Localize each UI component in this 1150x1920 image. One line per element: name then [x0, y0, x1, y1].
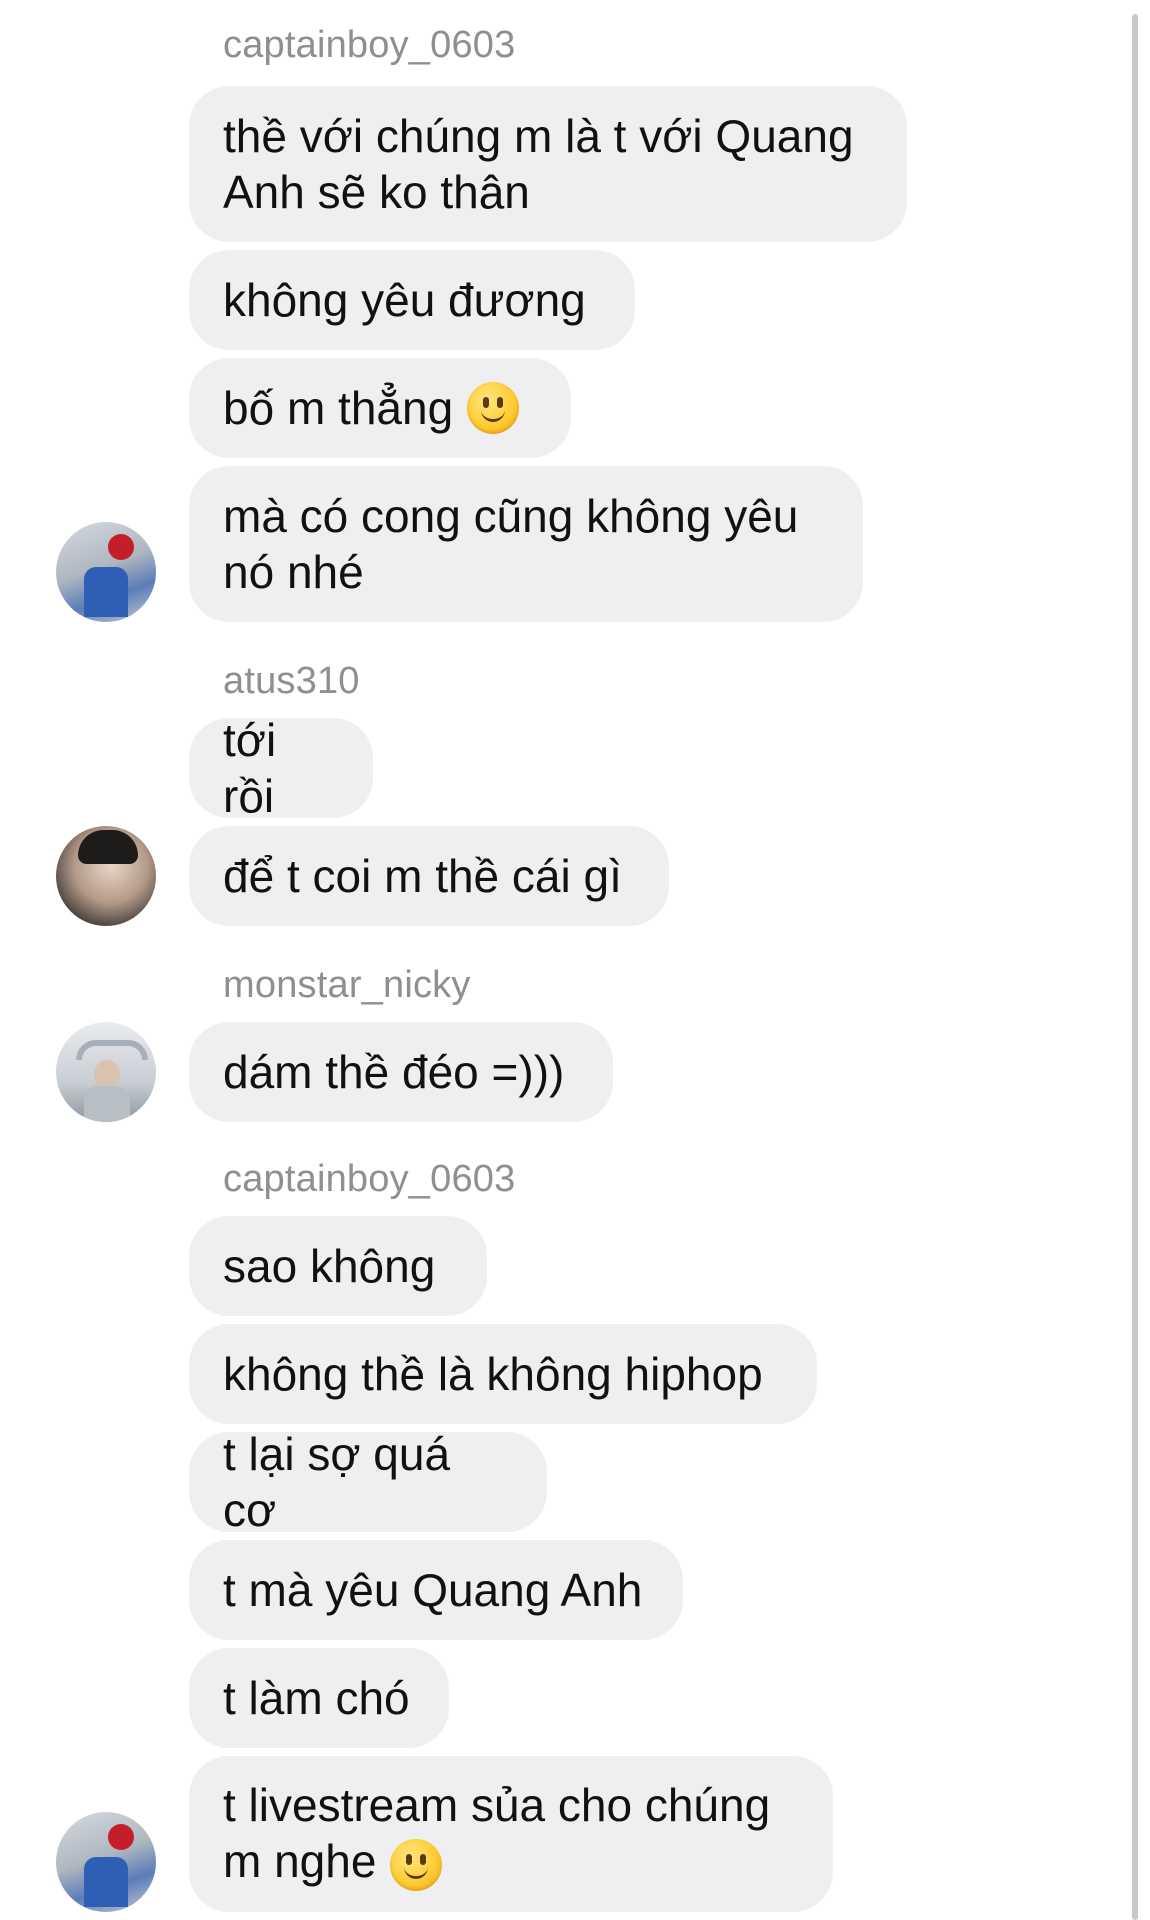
slightly-smiling-face-icon [467, 382, 520, 434]
message-text: để t coi m thề cái gì [223, 850, 622, 902]
message-bubble[interactable]: sao không [189, 1216, 487, 1316]
message-text: t livestream sủa cho chúng m nghe [223, 1777, 799, 1891]
avatar-photo-detail [84, 1086, 130, 1122]
message-text: bố m thẳng [223, 382, 454, 434]
message-bubble[interactable]: t mà yêu Quang Anh [189, 1540, 683, 1640]
message-bubble[interactable]: tới rồi [189, 714, 373, 822]
message-bubble[interactable]: thề với chúng m là t với Quang Anh sẽ ko… [189, 86, 907, 242]
avatar[interactable] [56, 522, 156, 622]
avatar-photo-detail [84, 1857, 128, 1907]
message-bubble[interactable]: bố m thẳng [189, 358, 571, 458]
message-text: mà có cong cũng không yêu nó nhé [223, 490, 799, 598]
message-bubble[interactable]: mà có cong cũng không yêu nó nhé [189, 466, 863, 622]
message-text: dám thề đéo =))) [223, 1046, 565, 1098]
avatar[interactable] [56, 1022, 156, 1122]
avatar-photo-detail [84, 567, 128, 617]
message-text: sao không [223, 1240, 436, 1292]
message-text: t mà yêu Quang Anh [223, 1564, 643, 1616]
message-bubble[interactable]: để t coi m thề cái gì [189, 826, 669, 926]
chat-thread: captainboy_0603 thề với chúng m là t với… [0, 0, 1150, 1920]
avatar[interactable] [56, 1812, 156, 1912]
message-bubble[interactable]: không yêu đương [189, 250, 635, 350]
slightly-smiling-face-icon [390, 1838, 443, 1891]
message-text: không yêu đương [223, 274, 586, 326]
avatar[interactable] [56, 826, 156, 926]
message-text: thề với chúng m là t với Quang Anh sẽ ko… [223, 110, 854, 218]
message-text: t lại sợ quá cơ [223, 1428, 451, 1536]
message-text-content: t livestream sủa cho chúng m nghe [223, 1779, 771, 1888]
message-bubble[interactable]: dám thề đéo =))) [189, 1022, 613, 1122]
message-bubble[interactable]: không thề là không hiphop [189, 1324, 817, 1424]
message-text: t làm chó [223, 1672, 410, 1724]
message-bubble[interactable]: t làm chó [189, 1648, 449, 1748]
message-text: không thề là không hiphop [223, 1348, 763, 1400]
avatar-photo-detail [78, 830, 138, 864]
sender-username[interactable]: captainboy_0603 [223, 24, 515, 67]
avatar-photo-detail [76, 1040, 148, 1060]
avatar-photo-detail [108, 534, 134, 560]
message-bubble[interactable]: t lại sợ quá cơ [189, 1428, 547, 1536]
message-bubble[interactable]: t livestream sủa cho chúng m nghe [189, 1756, 833, 1912]
sender-username[interactable]: monstar_nicky [223, 964, 471, 1007]
sender-username[interactable]: atus310 [223, 660, 360, 703]
message-text: tới rồi [223, 714, 277, 822]
scrollbar[interactable] [1132, 14, 1138, 1920]
avatar-photo-detail [108, 1824, 134, 1850]
avatar-photo-detail [94, 1060, 120, 1088]
sender-username[interactable]: captainboy_0603 [223, 1158, 515, 1201]
